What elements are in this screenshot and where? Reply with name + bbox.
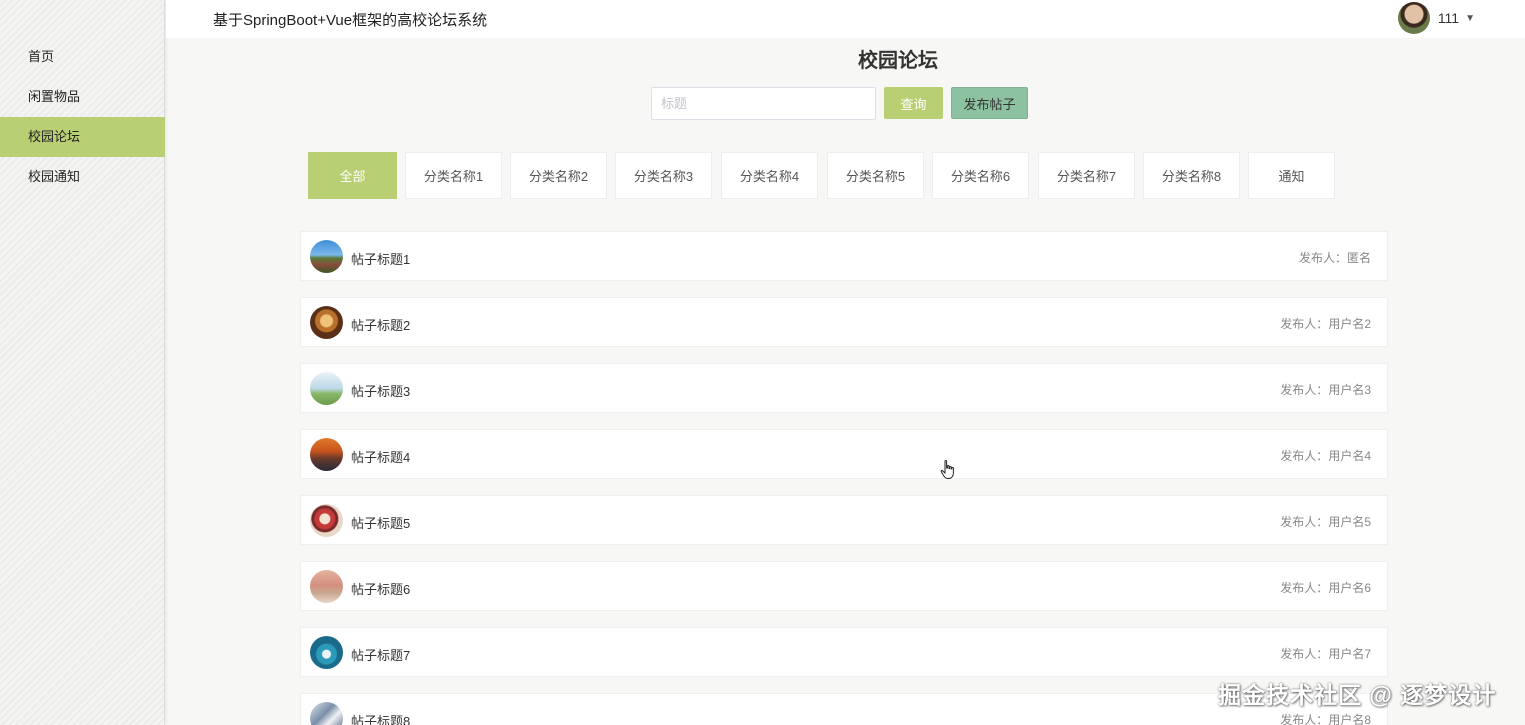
post-author: 发布人：用户名5: [1280, 515, 1371, 529]
post-thumbnail-image: [310, 504, 343, 537]
post-title[interactable]: 帖子标题4: [351, 447, 410, 466]
post-thumbnail-image: [310, 570, 343, 603]
tab-category-2[interactable]: 分类名称2: [510, 152, 607, 199]
post-author: 发布人：用户名2: [1280, 317, 1371, 331]
sidebar-item-campus-forum[interactable]: 校园论坛: [0, 117, 165, 157]
post-title[interactable]: 帖子标题7: [351, 645, 410, 664]
post-title[interactable]: 帖子标题3: [351, 381, 410, 400]
post-author: 发布人：匿名: [1298, 251, 1371, 265]
post-thumbnail-image: [310, 306, 343, 339]
post-title[interactable]: 帖子标题1: [351, 249, 410, 268]
post-title[interactable]: 帖子标题5: [351, 513, 410, 532]
post-title[interactable]: 帖子标题6: [351, 579, 410, 598]
hand-cursor-icon: [940, 460, 954, 479]
search-input[interactable]: [651, 87, 876, 120]
user-name: 111: [1437, 10, 1460, 26]
post-row[interactable]: 帖子标题1 发布人：匿名: [300, 231, 1388, 281]
post-author: 发布人：用户名3: [1280, 383, 1371, 397]
caret-down-icon[interactable]: ▼: [1465, 13, 1475, 24]
post-title[interactable]: 帖子标题8: [351, 711, 410, 725]
post-author: 发布人：用户名7: [1280, 647, 1371, 661]
post-row[interactable]: 帖子标题3 发布人：用户名3: [300, 363, 1388, 413]
tab-category-8[interactable]: 分类名称8: [1143, 152, 1240, 199]
top-header: 基于SpringBoot+Vue框架的高校论坛系统 111 ▼: [166, 0, 1525, 38]
post-row[interactable]: 帖子标题7 发布人：用户名7: [300, 627, 1388, 677]
tab-category-1[interactable]: 分类名称1: [405, 152, 502, 199]
tab-category-5[interactable]: 分类名称5: [827, 152, 924, 199]
tab-category-4[interactable]: 分类名称4: [721, 152, 818, 199]
post-thumbnail-image: [310, 240, 343, 273]
post-author: 发布人：用户名6: [1280, 581, 1371, 595]
post-thumbnail-image: [310, 372, 343, 405]
site-title: 基于SpringBoot+Vue框架的高校论坛系统: [213, 12, 488, 29]
sidebar-item-idle-goods[interactable]: 闲置物品: [0, 77, 165, 117]
post-title[interactable]: 帖子标题2: [351, 315, 410, 334]
new-post-button[interactable]: 发布帖子: [951, 87, 1028, 119]
post-row[interactable]: 帖子标题6 发布人：用户名6: [300, 561, 1388, 611]
post-row[interactable]: 帖子标题4 发布人：用户名4: [300, 429, 1388, 479]
sidebar: 首页 闲置物品 校园论坛 校园通知: [0, 0, 165, 725]
post-row[interactable]: 帖子标题5 发布人：用户名5: [300, 495, 1388, 545]
tab-category-7[interactable]: 分类名称7: [1038, 152, 1135, 199]
query-button[interactable]: 查询: [884, 87, 943, 119]
tab-notice[interactable]: 通知: [1248, 152, 1335, 199]
avatar[interactable]: [1397, 2, 1430, 34]
post-thumbnail-image: [310, 636, 343, 669]
tab-category-3[interactable]: 分类名称3: [615, 152, 712, 199]
post-row[interactable]: 帖子标题2 发布人：用户名2: [300, 297, 1388, 347]
sidebar-item-home[interactable]: 首页: [0, 37, 165, 77]
user-menu[interactable]: 111 ▼: [1397, 1, 1475, 35]
tab-all[interactable]: 全部: [308, 152, 397, 199]
page-title: 校园论坛: [858, 50, 938, 72]
watermark: 掘金技术社区 @ 逐梦设计: [1218, 682, 1497, 708]
post-author: 发布人：用户名4: [1280, 449, 1371, 463]
post-thumbnail-image: [310, 438, 343, 471]
sidebar-item-campus-notice[interactable]: 校园通知: [0, 157, 165, 197]
post-author: 发布人：用户名8: [1280, 713, 1371, 725]
tab-category-6[interactable]: 分类名称6: [932, 152, 1029, 199]
post-thumbnail-image: [310, 702, 343, 725]
